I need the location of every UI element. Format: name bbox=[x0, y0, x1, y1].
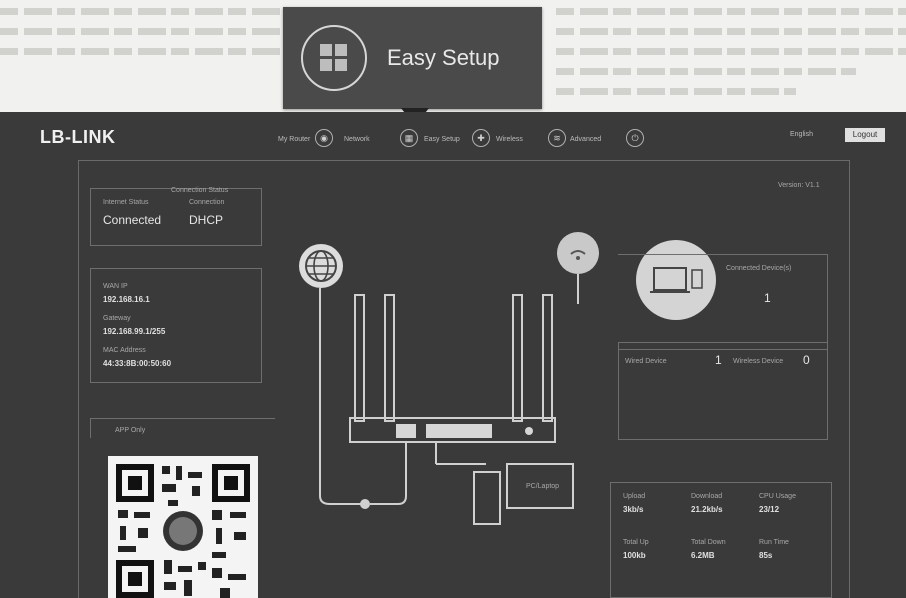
clients-panel: Connected Device(s) 1 bbox=[618, 254, 828, 350]
stat-label: Upload bbox=[623, 493, 646, 500]
stat-label: Run Time bbox=[759, 539, 789, 546]
stat-value: 21.2kb/s bbox=[691, 505, 723, 514]
callout-label: Easy Setup bbox=[387, 45, 500, 70]
wired-count: 1 bbox=[715, 353, 722, 367]
wireless-count: 0 bbox=[803, 353, 810, 367]
easy-setup-callout: Easy Setup bbox=[283, 7, 542, 109]
easy-setup-icon-circle bbox=[301, 25, 367, 91]
stat-label: CPU Usage bbox=[759, 493, 796, 500]
clients-label: Connected Device(s) bbox=[726, 265, 792, 272]
grid-tiles-icon bbox=[320, 44, 348, 72]
stat-label: Download bbox=[691, 493, 723, 500]
stat-value: 6.2MB bbox=[691, 551, 715, 560]
internet-globe-icon bbox=[299, 244, 343, 288]
qr-code-image bbox=[116, 464, 250, 598]
stat-label: Total Up bbox=[623, 539, 649, 546]
stat-value: 3kb/s bbox=[623, 505, 644, 514]
wired-label: Wired Device bbox=[625, 358, 667, 365]
app-qr-code bbox=[108, 456, 258, 598]
stat-label: Total Down bbox=[691, 539, 726, 546]
stat-value: 23/12 bbox=[759, 505, 780, 514]
clients-count: 1 bbox=[764, 291, 771, 305]
wifi-icon[interactable] bbox=[557, 232, 599, 274]
router-dashboard: LB-LINK My Router ◉ Network ▦ Easy Setup… bbox=[0, 112, 906, 598]
stat-value: 85s bbox=[759, 551, 773, 560]
device-counts-panel: Wired Device 1 Wireless Device 0 bbox=[618, 342, 828, 440]
pc-label: PC/Laptop bbox=[526, 483, 560, 490]
traffic-stats-panel: Upload 3kb/s Download 21.2kb/s CPU Usage… bbox=[610, 482, 832, 598]
stat-value: 100kb bbox=[623, 551, 646, 560]
wireless-label: Wireless Device bbox=[733, 358, 784, 365]
